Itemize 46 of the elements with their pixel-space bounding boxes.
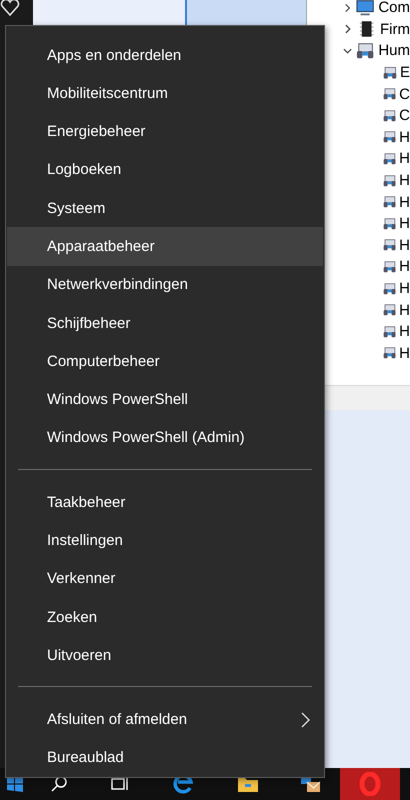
menu-item[interactable]: Zoeken [7, 598, 323, 636]
menu-item[interactable]: Mobiliteitscentrum [7, 74, 323, 113]
tree-item[interactable]: H [399, 323, 410, 340]
menu-item[interactable]: Systeem [7, 189, 323, 228]
task-view-icon [109, 776, 129, 792]
tree-item[interactable]: H [399, 194, 410, 211]
tree-item[interactable]: H [399, 344, 410, 362]
tree-item[interactable]: H [399, 172, 410, 190]
menu-item[interactable]: Apparaatbeheer [7, 227, 323, 266]
keyboard-icon [356, 42, 374, 60]
tree-item[interactable]: C [399, 86, 410, 103]
tree-item[interactable]: E [400, 64, 410, 82]
menu-item[interactable]: Windows PowerShell (Admin) [7, 418, 323, 458]
tree-item[interactable]: Com [378, 0, 410, 16]
tree-item[interactable]: C [399, 107, 410, 124]
chevron-right-icon[interactable] [343, 24, 353, 34]
menu-item[interactable]: Bureaublad [7, 738, 323, 777]
menu-item[interactable]: Schijfbeheer [7, 304, 323, 342]
tree-item[interactable]: H [399, 150, 410, 168]
menu-item[interactable]: Instellingen [7, 521, 323, 560]
tree-item[interactable]: H [399, 258, 410, 276]
chevron-right-icon [301, 712, 311, 728]
tree-item[interactable]: Hum [378, 42, 410, 60]
heart-icon [0, 0, 20, 16]
tree-item[interactable]: H [399, 280, 410, 298]
menu-item[interactable]: Afsluiten of afmelden [7, 700, 323, 739]
menu-item[interactable]: Apps en onderdelen [7, 36, 323, 74]
folder-icon [236, 775, 258, 793]
tree-item[interactable]: H [399, 302, 410, 319]
tree-item[interactable]: Firm [380, 20, 410, 38]
search-icon [50, 775, 68, 793]
ring-icon [359, 772, 381, 796]
windows-logo-icon [7, 776, 23, 792]
menu-item[interactable]: Logboeken [7, 150, 323, 190]
chevron-right-icon[interactable] [343, 2, 352, 13]
menu-item[interactable]: Uitvoeren [7, 636, 323, 674]
menu-item[interactable]: Verkenner [7, 560, 323, 598]
tree-item[interactable]: H [399, 128, 410, 146]
menu-item[interactable]: Windows PowerShell [7, 380, 323, 419]
menu-item[interactable]: Computerbeheer [7, 342, 323, 381]
tree-item[interactable]: H [399, 236, 410, 254]
menu-item[interactable]: Energiebeheer [7, 112, 323, 151]
menu-item[interactable]: Taakbeheer [7, 483, 323, 522]
monitor-icon [356, 0, 374, 17]
tree-item[interactable]: H [399, 215, 410, 232]
menu-item[interactable]: Netwerkverbindingen [7, 266, 323, 304]
